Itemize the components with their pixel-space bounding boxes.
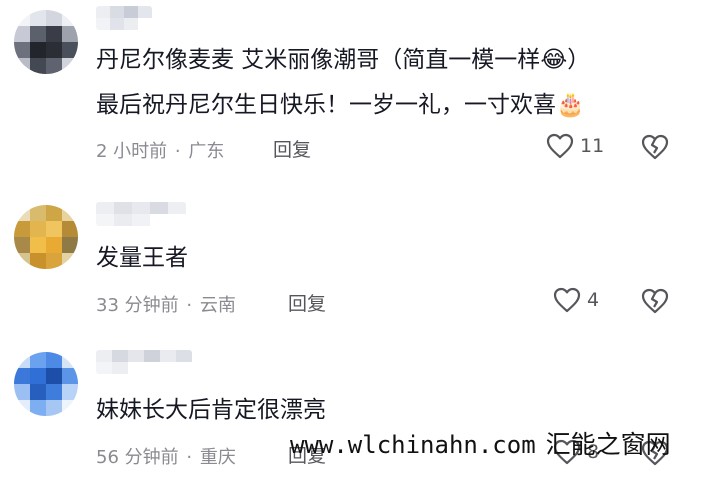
username-blurred[interactable] (96, 202, 186, 226)
username-blurred[interactable] (96, 350, 192, 374)
comment-text: 妹妹长大后肯定很漂亮 (96, 397, 326, 423)
comment-time: 33 分钟前 (96, 295, 179, 316)
comment-text-end: ） (567, 47, 591, 73)
birthday-cake-emoji: 🎂 (556, 92, 585, 118)
avatar[interactable] (14, 205, 78, 269)
dislike-button[interactable] (641, 134, 669, 160)
comment-text-line1: 丹尼尔像麦麦 艾米丽像潮哥（简直一模一样😂） (96, 42, 590, 78)
comment-item: 妹妹长大后肯定很漂亮 56 分钟前 · 重庆 回复 8 (0, 340, 702, 489)
meta-separator: · (186, 295, 193, 316)
reply-button[interactable]: 回复 (288, 289, 326, 316)
comment-text: 最后祝丹尼尔生日快乐！一岁一礼，一寸欢喜 (96, 92, 556, 118)
comment-location: 重庆 (199, 447, 236, 468)
avatar[interactable] (14, 10, 78, 74)
like-count: 4 (587, 289, 600, 311)
comment-location: 广东 (188, 141, 225, 162)
like-count: 11 (580, 135, 605, 157)
meta-separator: · (186, 447, 193, 468)
reply-button[interactable]: 回复 (273, 135, 311, 162)
comment-text: 丹尼尔像麦麦 艾米丽像潮哥（简直一模一样 (96, 47, 541, 73)
broken-heart-icon (641, 288, 669, 314)
heart-icon (546, 133, 574, 159)
heart-icon (553, 287, 581, 313)
watermark-brand: 汇能之窗网 (545, 430, 671, 459)
like-button[interactable]: 4 (553, 287, 599, 313)
username-blurred[interactable] (96, 6, 152, 30)
comment-meta: 56 分钟前 · 重庆 (96, 443, 236, 469)
comment-time: 2 小时前 (96, 141, 168, 162)
comment-time: 56 分钟前 (96, 447, 179, 468)
comment-location: 云南 (199, 295, 236, 316)
watermark-url: www.wlchinahn.com (290, 431, 536, 459)
like-button[interactable]: 11 (546, 133, 604, 159)
comment-item: 丹尼尔像麦麦 艾米丽像潮哥（简直一模一样😂） 最后祝丹尼尔生日快乐！一岁一礼，一… (0, 0, 702, 180)
watermark: www.wlchinahn.com 汇能之窗网 (290, 425, 671, 461)
comment-item: 发量王者 33 分钟前 · 云南 回复 4 (0, 180, 702, 340)
laughing-crying-emoji: 😂 (540, 47, 568, 73)
broken-heart-icon (641, 134, 669, 160)
comment-meta: 2 小时前 · 广东 (96, 137, 224, 163)
comment-text: 发量王者 (96, 245, 188, 271)
comment-text-line2: 最后祝丹尼尔生日快乐！一岁一礼，一寸欢喜🎂 (96, 87, 585, 123)
dislike-button[interactable] (641, 288, 669, 314)
comment-meta: 33 分钟前 · 云南 (96, 291, 236, 317)
meta-separator: · (174, 141, 181, 162)
avatar[interactable] (14, 352, 78, 416)
